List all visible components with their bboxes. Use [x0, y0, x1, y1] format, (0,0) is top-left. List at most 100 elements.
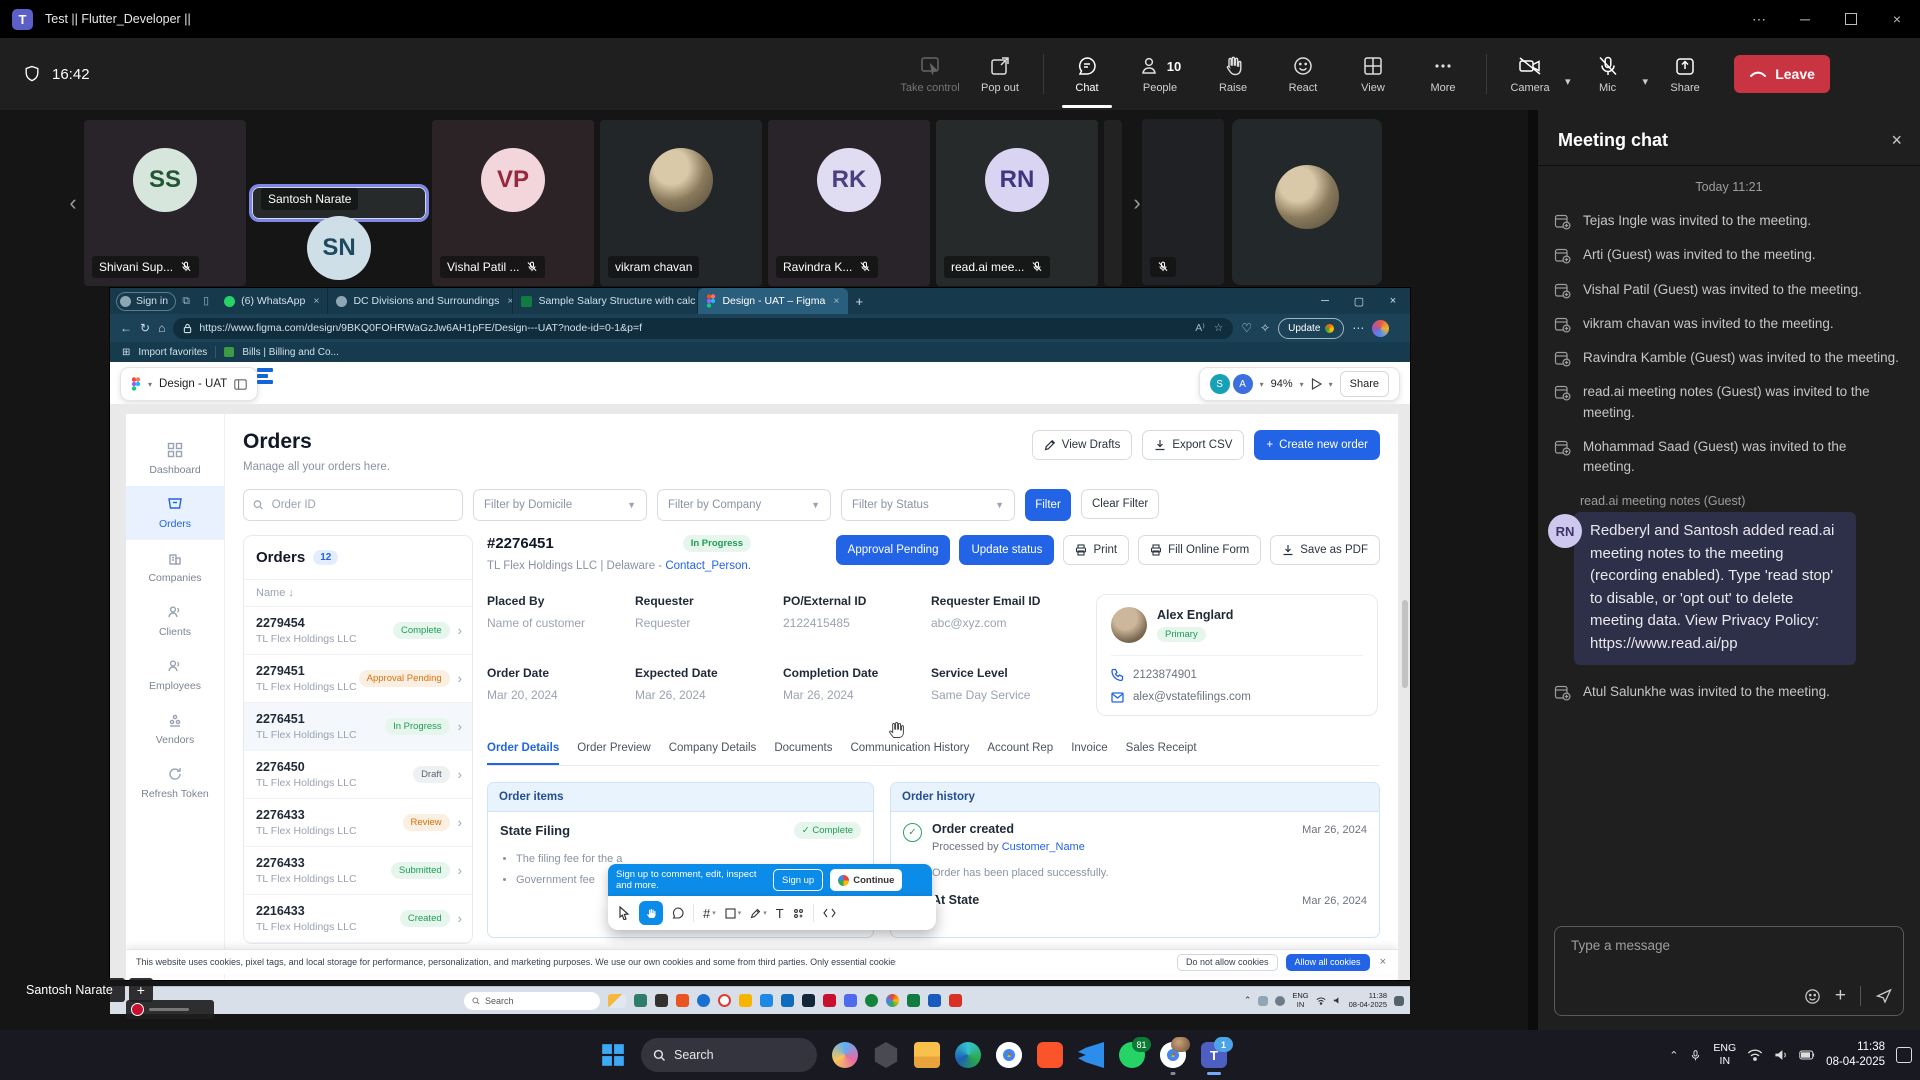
sidebar-item-dashboard[interactable]: Dashboard: [126, 432, 224, 486]
clear-filter-button[interactable]: Clear Filter: [1081, 489, 1159, 519]
pop-out-button[interactable]: Pop out: [965, 38, 1035, 110]
more-button[interactable]: More: [1408, 38, 1478, 110]
whatsapp-icon[interactable]: 81: [1119, 1042, 1145, 1068]
order-row[interactable]: 2276433TL Flex Holdings LLCReview›: [244, 799, 472, 847]
share-button[interactable]: Share: [1650, 38, 1720, 110]
react-button[interactable]: React: [1268, 38, 1338, 110]
browser-maximize-icon[interactable]: ▢: [1342, 295, 1376, 308]
tab-actions-icon[interactable]: ⧉: [176, 295, 196, 308]
chevron-down-icon[interactable]: ▾: [1329, 380, 1333, 389]
chrome-icon[interactable]: [996, 1042, 1022, 1068]
vertical-tabs-icon[interactable]: ▯: [196, 295, 216, 307]
browser-tab[interactable]: (6) WhatsApp×: [216, 288, 328, 314]
view-drafts-button[interactable]: View Drafts: [1032, 430, 1133, 460]
extensions-icon[interactable]: ✧: [1260, 321, 1270, 335]
lm-studio-icon[interactable]: [873, 1042, 899, 1068]
tab-account-rep[interactable]: Account Rep: [987, 742, 1053, 765]
sidebar-item-companies[interactable]: Companies: [126, 540, 224, 594]
text-tool-icon[interactable]: T: [776, 906, 784, 921]
close-cookie-icon[interactable]: ×: [1380, 956, 1386, 968]
presenter-expand-button[interactable]: +: [129, 978, 153, 1002]
chevron-down-icon[interactable]: ▾: [1260, 380, 1264, 389]
collaborator-avatar[interactable]: S: [1210, 374, 1230, 394]
sidebar-item-employees[interactable]: Employees: [126, 648, 224, 702]
move-tool-icon[interactable]: [618, 906, 630, 920]
favorite-star-icon[interactable]: ☆: [1214, 322, 1223, 334]
order-row[interactable]: 2276433TL Flex Holdings LLCSubmitted›: [244, 847, 472, 895]
column-header-name[interactable]: Name ↓: [244, 579, 472, 607]
chat-message-input[interactable]: [1569, 937, 1889, 954]
order-id-input[interactable]: [270, 498, 453, 512]
video-tile[interactable]: SS Shivani Sup...: [84, 120, 246, 286]
bookmark-item[interactable]: Import favorites: [138, 347, 207, 358]
browser-close-icon[interactable]: ×: [1376, 295, 1410, 308]
close-tab-icon[interactable]: ×: [313, 295, 319, 307]
tab-company-details[interactable]: Company Details: [669, 742, 757, 765]
browser-tab-active[interactable]: Design - UAT – Figma×: [698, 288, 847, 314]
browser-tab[interactable]: Sample Salary Structure with calc×: [513, 288, 698, 314]
order-id-search[interactable]: [243, 489, 463, 521]
people-button[interactable]: 10 People: [1122, 38, 1198, 110]
zoom-level[interactable]: 94%: [1271, 378, 1293, 390]
refresh-icon[interactable]: ↻: [140, 321, 150, 335]
take-control-button[interactable]: Take control: [895, 38, 965, 110]
browser-tab[interactable]: DC Divisions and Surroundings×: [328, 288, 513, 314]
tab-invoice[interactable]: Invoice: [1071, 742, 1107, 765]
maximize-button[interactable]: [1828, 0, 1874, 38]
browser-profile-avatar[interactable]: [1372, 320, 1389, 337]
teams-icon[interactable]: T 1: [1201, 1042, 1227, 1068]
tray-chevron-icon[interactable]: ⌃: [1669, 1049, 1678, 1062]
start-button[interactable]: [600, 1042, 626, 1068]
camera-options-chevron-icon[interactable]: ▾: [1565, 75, 1571, 88]
figma-share-button[interactable]: Share: [1340, 371, 1389, 397]
order-row[interactable]: 2279451TL Flex Holdings LLCApproval Pend…: [244, 655, 472, 703]
pen-tool-icon[interactable]: ▾: [750, 908, 767, 919]
vscode-icon[interactable]: [1078, 1042, 1104, 1068]
tab-sales-receipt[interactable]: Sales Receipt: [1126, 742, 1197, 765]
video-tile-partial[interactable]: [1142, 119, 1224, 285]
edge-icon[interactable]: [955, 1042, 981, 1068]
browser-essentials-icon[interactable]: ♡: [1241, 321, 1252, 335]
taskbar-search[interactable]: Search: [641, 1038, 817, 1072]
order-row[interactable]: 2279454TL Flex Holdings LLCComplete›: [244, 607, 472, 655]
print-button[interactable]: Print: [1063, 535, 1129, 565]
chrome-profile-icon[interactable]: [1160, 1042, 1186, 1068]
order-row[interactable]: 2276450TL Flex Holdings LLCDraft›: [244, 751, 472, 799]
wifi-icon[interactable]: [1747, 1049, 1763, 1061]
leave-button[interactable]: Leave: [1734, 55, 1830, 93]
send-icon[interactable]: [1875, 987, 1893, 1005]
frame-tool-icon[interactable]: #▾: [703, 906, 716, 921]
browser-minimize-icon[interactable]: ─: [1308, 295, 1342, 308]
language-indicator[interactable]: ENGIN: [1713, 1042, 1736, 1068]
close-tab-icon[interactable]: ×: [833, 295, 839, 307]
browser-update-button[interactable]: Update: [1278, 318, 1344, 339]
bookmark-item[interactable]: Bills | Billing and Co...: [242, 347, 339, 358]
chat-compose-box[interactable]: +: [1554, 926, 1904, 1016]
clock[interactable]: 11:3808-04-2025: [1826, 1040, 1885, 1070]
sidebar-item-orders[interactable]: Orders: [126, 486, 224, 540]
read-aloud-icon[interactable]: A⁾: [1195, 322, 1205, 334]
tab-order-details[interactable]: Order Details: [487, 742, 559, 765]
order-row-selected[interactable]: 2276451TL Flex Holdings LLCIn Progress›: [244, 703, 472, 751]
order-row[interactable]: 2216433TL Flex Holdings LLCCreated›: [244, 895, 472, 943]
sidebar-item-refresh-token[interactable]: Refresh Token: [126, 756, 224, 810]
chat-button[interactable]: Chat: [1052, 38, 1122, 110]
mic-button[interactable]: Mic: [1573, 38, 1643, 110]
fill-online-form-button[interactable]: Fill Online Form: [1138, 535, 1261, 565]
camera-button[interactable]: Camera: [1495, 38, 1565, 110]
deny-cookies-button[interactable]: Do not allow cookies: [1177, 954, 1278, 971]
create-new-order-button[interactable]: +Create new order: [1254, 430, 1380, 460]
file-explorer-icon[interactable]: [914, 1042, 940, 1068]
collaborator-avatar[interactable]: A: [1233, 374, 1253, 394]
contact-phone[interactable]: 2123874901: [1133, 669, 1197, 681]
export-csv-button[interactable]: Export CSV: [1142, 430, 1244, 460]
update-status-button[interactable]: Update status: [959, 535, 1054, 565]
actions-tool-icon[interactable]: [793, 908, 804, 919]
tab-order-preview[interactable]: Order Preview: [577, 742, 651, 765]
settings-more-icon[interactable]: ⋯: [1352, 321, 1364, 335]
copilot-icon[interactable]: [832, 1042, 858, 1068]
filter-status-select[interactable]: Filter by Status▼: [841, 489, 1015, 521]
contact-email[interactable]: alex@vstatefilings.com: [1133, 691, 1251, 703]
new-tab-icon[interactable]: +: [856, 294, 864, 309]
home-icon[interactable]: ⌂: [158, 321, 165, 335]
